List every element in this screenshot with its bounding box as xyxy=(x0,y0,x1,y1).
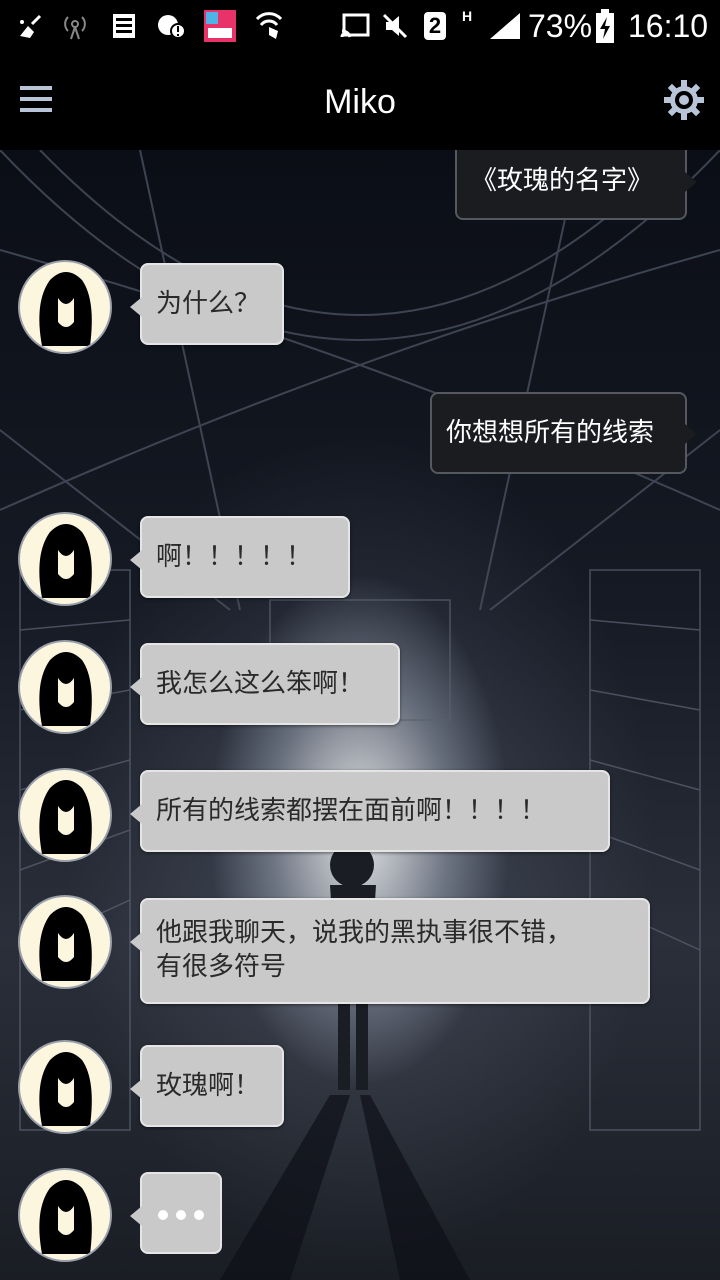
message-text: 你想想所有的线索 xyxy=(446,418,655,448)
avatar-image xyxy=(39,1052,92,1126)
hotspot-icon xyxy=(60,10,90,42)
typing-dot xyxy=(194,1210,204,1220)
avatar-image xyxy=(39,780,92,854)
status-bar: 2 H 73% 16:10 xyxy=(0,0,720,52)
message-text: 《玫瑰的名字》 xyxy=(471,166,654,196)
message-text: 我怎么这么笨啊！ xyxy=(156,669,365,699)
avatar-image xyxy=(39,652,92,726)
avatar[interactable] xyxy=(18,895,112,989)
outgoing-message-bubble[interactable]: 你想想所有的线索 xyxy=(430,392,697,474)
app-toolbar: Miko xyxy=(0,52,720,150)
avatar[interactable] xyxy=(18,640,112,734)
outgoing-message-bubble[interactable]: 《玫瑰的名字》 xyxy=(455,150,697,220)
mute-icon xyxy=(380,10,410,42)
incoming-message-bubble[interactable]: 他跟我聊天，说我的黑执事很不错， 有很多符号 xyxy=(130,898,650,1004)
vpn-shield-icon xyxy=(254,10,284,42)
signal-icon xyxy=(488,10,522,42)
typing-dot xyxy=(158,1210,168,1220)
message-text: 所有的线索都摆在面前啊！！！！ xyxy=(156,796,547,826)
avatar[interactable] xyxy=(18,1040,112,1134)
notification-alert-icon xyxy=(156,10,186,42)
typing-indicator xyxy=(130,1172,222,1254)
message-text: 为什么？ xyxy=(156,289,261,319)
avatar[interactable] xyxy=(18,768,112,862)
message-text: 玫瑰啊！ xyxy=(156,1071,261,1101)
avatar-image xyxy=(39,1180,92,1254)
incoming-message-bubble[interactable]: 所有的线索都摆在面前啊！！！！ xyxy=(130,770,610,852)
page-title: Miko xyxy=(324,83,396,121)
gear-icon[interactable] xyxy=(662,78,706,122)
sim-badge: 2 xyxy=(424,12,446,40)
app-thumbnail-icon xyxy=(204,10,236,42)
incoming-message-bubble[interactable]: 为什么？ xyxy=(130,263,284,345)
message-text-line: 有很多符号 xyxy=(156,952,287,982)
storage-icon xyxy=(110,10,138,42)
cast-icon xyxy=(340,10,370,42)
clock: 16:10 xyxy=(628,8,709,44)
avatar-image xyxy=(39,272,92,346)
avatar[interactable] xyxy=(18,512,112,606)
message-text: 啊！！！！！ xyxy=(156,542,313,572)
avatar-image xyxy=(39,907,92,981)
message-text-line: 他跟我聊天，说我的黑执事很不错， xyxy=(156,918,573,948)
avatar-image xyxy=(39,524,92,598)
incoming-message-bubble[interactable]: 我怎么这么笨啊！ xyxy=(130,643,400,725)
incoming-message-bubble[interactable]: 玫瑰啊！ xyxy=(130,1045,284,1127)
cleaner-icon xyxy=(16,10,44,42)
avatar[interactable] xyxy=(18,260,112,354)
battery-charging-icon xyxy=(594,9,616,43)
chat-area[interactable]: 《玫瑰的名字》 为什么？ 你想想所有的线索 啊！！！！！ 我怎么这么笨啊！ 所有… xyxy=(0,150,720,1280)
battery-percent: 73% xyxy=(528,8,593,44)
typing-dot xyxy=(176,1210,186,1220)
incoming-message-bubble[interactable]: 啊！！！！！ xyxy=(130,516,350,598)
avatar[interactable] xyxy=(18,1168,112,1262)
network-type-label: H xyxy=(462,8,473,24)
